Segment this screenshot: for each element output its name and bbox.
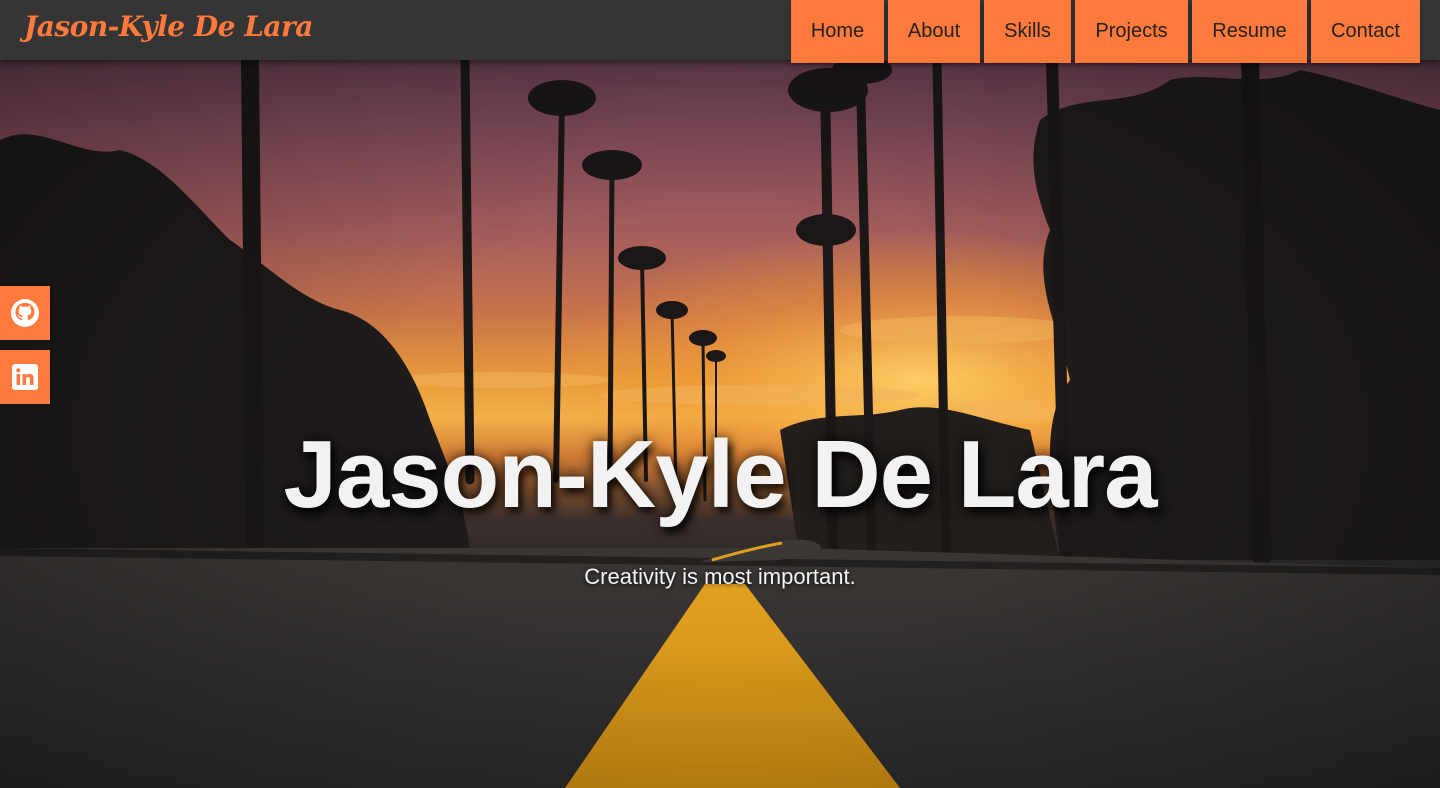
github-icon xyxy=(11,299,39,327)
nav-skills[interactable]: Skills xyxy=(984,0,1071,63)
github-button[interactable] xyxy=(0,286,50,340)
top-navbar: Jason-Kyle De Lara Home About Skills Pro… xyxy=(0,0,1440,63)
nav-projects[interactable]: Projects xyxy=(1075,0,1188,63)
brand-logo[interactable]: Jason-Kyle De Lara xyxy=(24,10,313,43)
hero-background-image xyxy=(0,0,1440,788)
nav-links: Home About Skills Projects Resume Contac… xyxy=(791,0,1420,63)
hero-title: Jason-Kyle De Lara xyxy=(283,421,1157,528)
nav-home[interactable]: Home xyxy=(791,0,884,63)
nav-about[interactable]: About xyxy=(888,0,980,63)
linkedin-button[interactable] xyxy=(0,350,50,404)
nav-resume[interactable]: Resume xyxy=(1192,0,1307,63)
nav-contact[interactable]: Contact xyxy=(1311,0,1420,63)
hero-tagline: Creativity is most important. xyxy=(584,564,856,589)
sunset-road-scene xyxy=(0,51,1440,788)
linkedin-icon xyxy=(12,364,38,390)
